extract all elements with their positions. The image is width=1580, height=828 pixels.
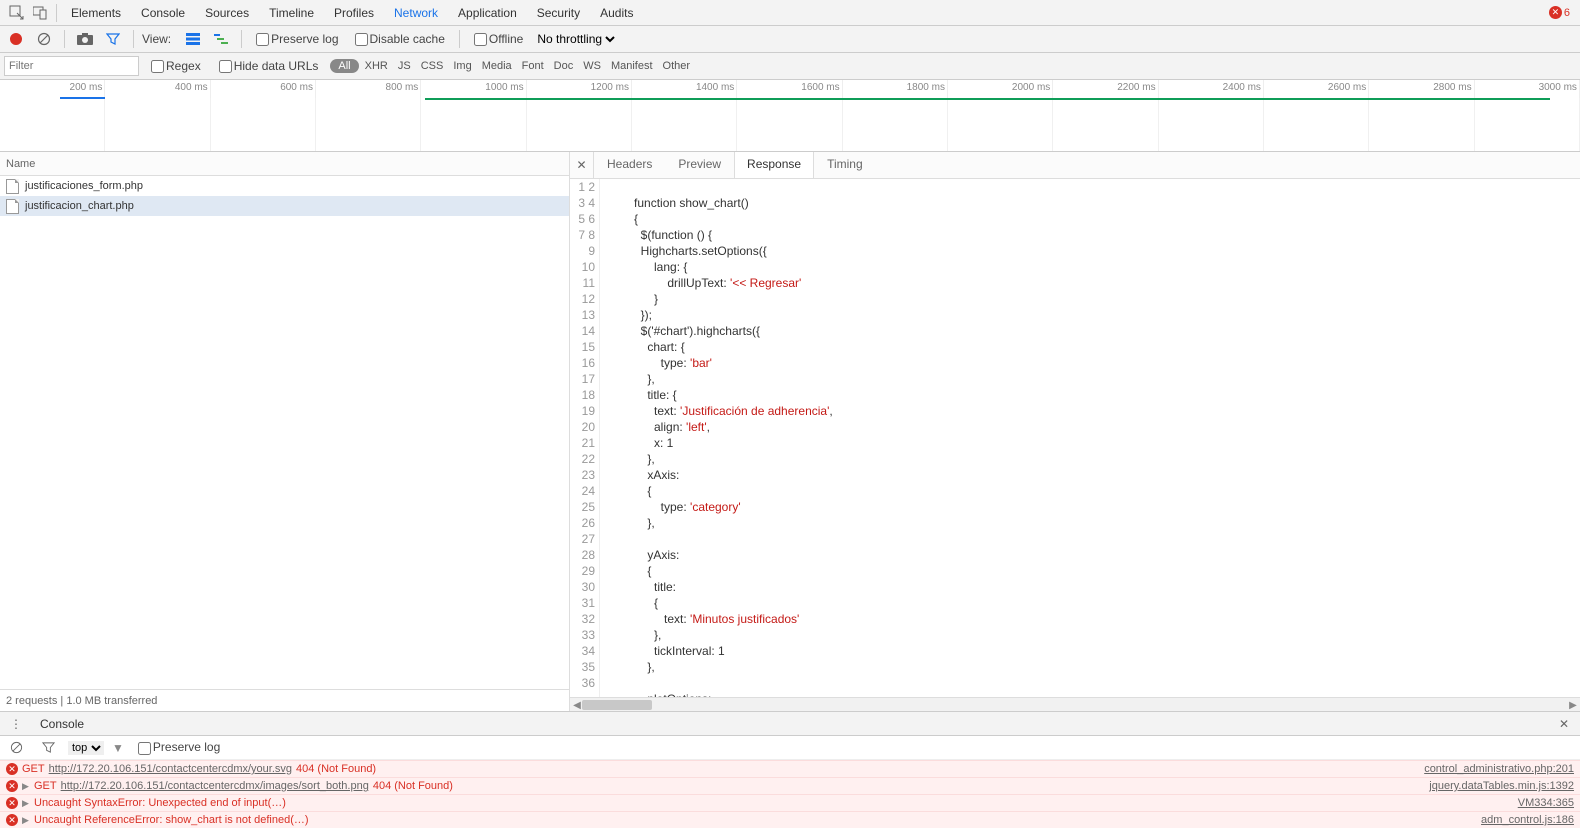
file-icon <box>6 179 19 194</box>
error-source-link[interactable]: jquery.dataTables.min.js:1392 <box>1429 780 1574 792</box>
error-source-link[interactable]: adm_control.js:186 <box>1481 814 1574 826</box>
filter-type-doc[interactable]: Doc <box>554 60 574 72</box>
main-tab-network[interactable]: Network <box>384 2 448 24</box>
timeline-overview[interactable]: 200 ms400 ms600 ms800 ms1000 ms1200 ms14… <box>0 80 1580 152</box>
timeline-tick: 200 ms <box>0 80 105 98</box>
timeline-tick: 1400 ms <box>632 80 737 98</box>
timeline-tick: 2400 ms <box>1159 80 1264 98</box>
timeline-tick: 1600 ms <box>737 80 842 98</box>
timeline-tick: 2800 ms <box>1369 80 1474 98</box>
timeline-tick: 600 ms <box>211 80 316 98</box>
timeline-tick: 800 ms <box>316 80 421 98</box>
close-detail-icon[interactable]: ✕ <box>570 152 594 178</box>
error-icon: ✕ <box>6 814 18 826</box>
filter-type-manifest[interactable]: Manifest <box>611 60 653 72</box>
filter-type-ws[interactable]: WS <box>583 60 601 72</box>
regex-checkbox[interactable]: Regex <box>145 59 207 73</box>
console-error-row[interactable]: ✕▶GET http://172.20.106.151/contactcente… <box>0 777 1580 794</box>
record-button[interactable] <box>4 27 28 51</box>
request-name: justificacion_chart.php <box>25 200 134 212</box>
main-tab-timeline[interactable]: Timeline <box>259 2 324 24</box>
network-controls-bar: View: Preserve log Disable cache Offline… <box>0 26 1580 53</box>
error-source-link[interactable]: VM334:365 <box>1518 797 1574 809</box>
file-icon <box>6 199 19 214</box>
detail-tab-response[interactable]: Response <box>734 152 814 178</box>
filter-toggle-icon[interactable] <box>101 27 125 51</box>
timeline-tick: 1800 ms <box>843 80 948 98</box>
main-tab-sources[interactable]: Sources <box>195 2 259 24</box>
filter-type-css[interactable]: CSS <box>421 60 444 72</box>
hide-data-urls-checkbox[interactable]: Hide data URLs <box>213 59 325 73</box>
timeline-tick: 1200 ms <box>527 80 632 98</box>
separator <box>56 4 57 22</box>
timeline-tick: 1000 ms <box>421 80 526 98</box>
console-context-select[interactable]: top <box>68 741 104 755</box>
preserve-log-checkbox[interactable]: Preserve log <box>250 32 344 46</box>
error-count-badge[interactable]: ✕6 <box>1549 6 1576 19</box>
response-body[interactable]: function show_chart() { $(function () { … <box>600 179 1580 697</box>
line-gutter: 1 2 3 4 5 6 7 8 9 10 11 12 13 14 15 16 1… <box>570 179 600 697</box>
request-row[interactable]: justificaciones_form.php <box>0 176 569 196</box>
request-list-header-name[interactable]: Name <box>0 152 569 176</box>
expand-icon[interactable]: ▶ <box>22 815 30 826</box>
error-icon: ✕ <box>6 780 18 792</box>
main-tab-elements[interactable]: Elements <box>61 2 131 24</box>
filter-input[interactable] <box>4 56 139 76</box>
timeline-tick: 2600 ms <box>1264 80 1369 98</box>
request-name: justificaciones_form.php <box>25 180 143 192</box>
offline-checkbox[interactable]: Offline <box>468 32 529 46</box>
error-source-link[interactable]: control_administrativo.php:201 <box>1424 763 1574 775</box>
disable-cache-checkbox[interactable]: Disable cache <box>349 32 451 46</box>
main-tab-application[interactable]: Application <box>448 2 527 24</box>
detail-tab-headers[interactable]: Headers <box>594 152 665 178</box>
clear-button[interactable] <box>32 27 56 51</box>
console-preserve-log-checkbox[interactable]: Preserve log <box>132 740 226 754</box>
close-drawer-icon[interactable]: ✕ <box>1552 712 1576 736</box>
main-tab-security[interactable]: Security <box>527 2 590 24</box>
request-summary: 2 requests | 1.0 MB transferred <box>0 689 569 711</box>
filter-type-all[interactable]: All <box>330 59 358 73</box>
view-label: View: <box>142 32 171 46</box>
main-tab-console[interactable]: Console <box>131 2 195 24</box>
error-icon: ✕ <box>6 763 18 775</box>
clear-console-icon[interactable] <box>4 736 28 760</box>
main-tab-audits[interactable]: Audits <box>590 2 643 24</box>
timeline-tick: 3000 ms <box>1475 80 1580 98</box>
console-error-row[interactable]: ✕ GET http://172.20.106.151/contactcente… <box>0 760 1580 777</box>
capture-screenshot-icon[interactable] <box>73 27 97 51</box>
request-row[interactable]: justificacion_chart.php <box>0 196 569 216</box>
timeline-tick: 400 ms <box>105 80 210 98</box>
request-list-pane: Name justificaciones_form.php justificaci… <box>0 152 570 711</box>
filter-type-font[interactable]: Font <box>522 60 544 72</box>
expand-icon[interactable]: ▶ <box>22 781 30 792</box>
horizontal-scrollbar[interactable]: ◀ ▶ <box>570 697 1580 711</box>
filter-type-xhr[interactable]: XHR <box>365 60 388 72</box>
device-toggle-icon[interactable] <box>28 1 52 25</box>
inspect-icon[interactable] <box>4 1 28 25</box>
waterfall-view-icon[interactable] <box>209 27 233 51</box>
request-detail-pane: ✕ HeadersPreviewResponseTiming 1 2 3 4 5… <box>570 152 1580 711</box>
timeline-tick: 2200 ms <box>1053 80 1158 98</box>
drawer-tab-console[interactable]: Console <box>32 715 92 733</box>
large-rows-icon[interactable] <box>181 27 205 51</box>
timeline-tick: 2000 ms <box>948 80 1053 98</box>
filter-type-media[interactable]: Media <box>482 60 512 72</box>
filter-type-img[interactable]: Img <box>453 60 471 72</box>
drawer-menu-icon[interactable]: ⋮ <box>4 712 28 736</box>
error-icon: ✕ <box>6 797 18 809</box>
detail-tab-timing[interactable]: Timing <box>814 152 876 178</box>
throttling-select[interactable]: No throttling <box>533 31 618 47</box>
main-tab-profiles[interactable]: Profiles <box>324 2 384 24</box>
console-error-row[interactable]: ✕▶Uncaught SyntaxError: Unexpected end o… <box>0 794 1580 811</box>
expand-icon[interactable]: ▶ <box>22 798 30 809</box>
detail-tab-preview[interactable]: Preview <box>665 152 734 178</box>
filter-type-js[interactable]: JS <box>398 60 411 72</box>
devtools-main-toolbar: ElementsConsoleSourcesTimelineProfilesNe… <box>0 0 1580 26</box>
console-filter-icon[interactable] <box>36 736 60 760</box>
console-error-row[interactable]: ✕▶Uncaught ReferenceError: show_chart is… <box>0 811 1580 828</box>
console-drawer: ⋮ Console ✕ top ▼ Preserve log ✕ GET htt… <box>0 711 1580 828</box>
network-filter-bar: Regex Hide data URLs All XHR JS CSS Img Medi… <box>0 53 1580 80</box>
filter-type-other[interactable]: Other <box>663 60 691 72</box>
